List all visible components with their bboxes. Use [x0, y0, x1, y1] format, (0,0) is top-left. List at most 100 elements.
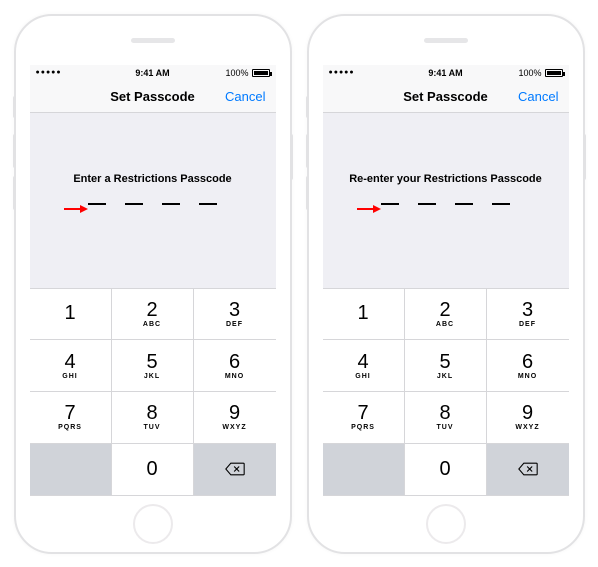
annotation-arrow-icon	[357, 204, 381, 214]
key-8[interactable]: 8TUV	[405, 392, 487, 444]
key-4[interactable]: 4GHI	[323, 340, 405, 392]
signal-dots-icon: ●●●●●	[329, 69, 355, 76]
key-digit: 9	[522, 403, 533, 423]
key-digit: 0	[439, 459, 450, 479]
backspace-icon	[225, 462, 245, 476]
phone-frame: ●●●●● 9:41 AM 100% Set Passcode Cancel R…	[307, 14, 585, 554]
home-button[interactable]	[133, 504, 173, 544]
passcode-dashes	[88, 203, 217, 205]
key-letters: WXYZ	[515, 424, 539, 431]
speaker-slot	[424, 38, 468, 43]
key-empty	[323, 444, 405, 496]
key-letters: PQRS	[58, 424, 82, 431]
key-delete[interactable]	[194, 444, 276, 496]
screen: ●●●●● 9:41 AM 100% Set Passcode Cancel R…	[323, 65, 569, 496]
key-digit: 5	[439, 352, 450, 372]
key-6[interactable]: 6MNO	[194, 340, 276, 392]
key-letters: PQRS	[351, 424, 375, 431]
volume-down	[306, 176, 309, 210]
key-digit: 3	[229, 300, 240, 320]
key-letters: DEF	[519, 321, 536, 328]
key-letters: DEF	[226, 321, 243, 328]
key-5[interactable]: 5JKL	[405, 340, 487, 392]
key-letters: GHI	[62, 373, 77, 380]
key-1[interactable]: 1	[30, 289, 112, 341]
status-bar: ●●●●● 9:41 AM 100%	[323, 65, 569, 81]
power-button	[290, 134, 293, 180]
mute-switch	[306, 96, 309, 118]
battery-percent: 100%	[225, 68, 248, 78]
passcode-prompt: Enter a Restrictions Passcode	[73, 173, 231, 185]
key-3[interactable]: 3DEF	[194, 289, 276, 341]
key-4[interactable]: 4GHI	[30, 340, 112, 392]
key-2[interactable]: 2ABC	[112, 289, 194, 341]
key-letters: TUV	[144, 424, 161, 431]
key-digit: 7	[357, 403, 368, 423]
key-letters: ABC	[436, 321, 454, 328]
nav-bar: Set Passcode Cancel	[323, 81, 569, 113]
passcode-dash	[88, 203, 106, 205]
nav-bar: Set Passcode Cancel	[30, 81, 276, 113]
key-digit: 9	[229, 403, 240, 423]
status-time: 9:41 AM	[135, 68, 169, 78]
key-letters: MNO	[225, 373, 244, 380]
key-letters: MNO	[518, 373, 537, 380]
key-1[interactable]: 1	[323, 289, 405, 341]
key-delete[interactable]	[487, 444, 569, 496]
key-digit: 0	[146, 459, 157, 479]
screen: ●●●●● 9:41 AM 100% Set Passcode Cancel E…	[30, 65, 276, 496]
signal-dots-icon: ●●●●●	[36, 69, 62, 76]
passcode-dash	[162, 203, 180, 205]
key-7[interactable]: 7PQRS	[323, 392, 405, 444]
key-digit: 4	[357, 352, 368, 372]
passcode-content: Enter a Restrictions Passcode	[30, 113, 276, 288]
passcode-dash	[381, 203, 399, 205]
key-empty	[30, 444, 112, 496]
key-2[interactable]: 2ABC	[405, 289, 487, 341]
passcode-dash	[492, 203, 510, 205]
key-digit: 4	[64, 352, 75, 372]
key-0[interactable]: 0	[405, 444, 487, 496]
passcode-dash	[455, 203, 473, 205]
passcode-dashes	[381, 203, 510, 205]
cancel-button[interactable]: Cancel	[518, 89, 558, 104]
passcode-dash	[418, 203, 436, 205]
numeric-keypad: 1 2ABC 3DEF 4GHI 5JKL 6MNO 7PQRS 8TUV 9W…	[323, 288, 569, 496]
key-7[interactable]: 7PQRS	[30, 392, 112, 444]
battery-icon	[545, 69, 563, 77]
key-digit: 8	[439, 403, 450, 423]
power-button	[583, 134, 586, 180]
key-letters: JKL	[144, 373, 160, 380]
key-digit: 2	[439, 300, 450, 320]
key-9[interactable]: 9WXYZ	[194, 392, 276, 444]
key-letters: TUV	[437, 424, 454, 431]
passcode-prompt: Re-enter your Restrictions Passcode	[349, 173, 542, 185]
key-letters: ABC	[143, 321, 161, 328]
home-button[interactable]	[426, 504, 466, 544]
key-digit: 1	[357, 303, 368, 323]
key-9[interactable]: 9WXYZ	[487, 392, 569, 444]
key-digit: 6	[229, 352, 240, 372]
status-time: 9:41 AM	[428, 68, 462, 78]
status-bar: ●●●●● 9:41 AM 100%	[30, 65, 276, 81]
battery-percent: 100%	[518, 68, 541, 78]
nav-title: Set Passcode	[110, 89, 195, 104]
volume-up	[13, 134, 16, 168]
mute-switch	[13, 96, 16, 118]
volume-down	[13, 176, 16, 210]
key-digit: 3	[522, 300, 533, 320]
key-5[interactable]: 5JKL	[112, 340, 194, 392]
passcode-dash	[199, 203, 217, 205]
key-digit: 6	[522, 352, 533, 372]
speaker-slot	[131, 38, 175, 43]
key-digit: 1	[64, 303, 75, 323]
key-3[interactable]: 3DEF	[487, 289, 569, 341]
key-digit: 8	[146, 403, 157, 423]
annotation-arrow-icon	[64, 204, 88, 214]
passcode-dash	[125, 203, 143, 205]
battery-icon	[252, 69, 270, 77]
key-8[interactable]: 8TUV	[112, 392, 194, 444]
cancel-button[interactable]: Cancel	[225, 89, 265, 104]
key-0[interactable]: 0	[112, 444, 194, 496]
key-6[interactable]: 6MNO	[487, 340, 569, 392]
